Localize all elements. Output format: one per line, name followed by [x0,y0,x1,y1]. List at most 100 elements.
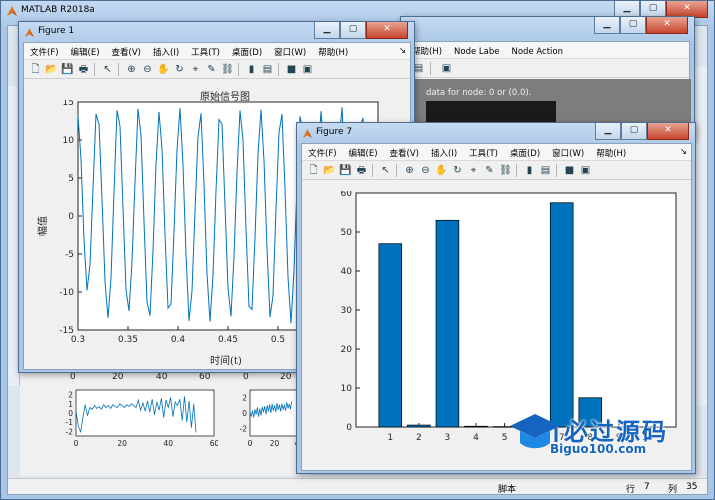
save-icon[interactable]: 💾 [61,63,74,76]
figure1-menubar: 文件(F) 编辑(E) 查看(V) 插入(I) 工具(T) 桌面(D) 窗口(W) 帮助(H)… [24,43,410,60]
zoom-out-icon[interactable]: ⊖ [419,164,432,177]
maximize-icon[interactable]: ▢ [621,123,647,140]
maximize-icon[interactable]: ▢ [620,17,646,34]
menu-tools[interactable]: 工具(T) [463,144,504,159]
hide-tools-icon[interactable]: ■ [285,63,298,76]
watermark: 必过源码 Biguo100.com [508,410,698,460]
y-tick-label: -5 [65,250,74,260]
minimize-icon[interactable]: ▁ [595,123,621,140]
brush-icon[interactable]: ✎ [483,164,496,177]
y-tick-label: 0 [346,423,352,433]
data-cursor-icon[interactable]: ⌖ [467,164,480,177]
colorbar-icon[interactable]: ▮ [245,63,258,76]
toolbar-separator [94,63,95,76]
menu-view[interactable]: 查看(V) [384,144,425,159]
menu-tools[interactable]: 工具(T) [185,43,226,58]
legend-icon[interactable]: ▤ [539,164,552,177]
main-title: MATLAB R2018a [21,5,95,15]
rotate-icon[interactable]: ↻ [173,63,186,76]
menu-dock-arrow-icon[interactable]: ↘ [678,144,689,160]
menu-item[interactable]: Node Action [506,44,570,57]
open-folder-icon[interactable]: 📂 [45,63,58,76]
hide-tools-icon[interactable]: ■ [563,164,576,177]
menu-insert[interactable]: 插入(I) [425,144,463,159]
subplot-y-tick-label: -2 [240,424,248,433]
menu-edit[interactable]: 编辑(E) [65,43,106,58]
figure7-toolbar: 🗋 📂 💾 🖶 ↖ ⊕ ⊖ ✋ ↻ ⌖ ✎ ⛓ ▮ ▤ ■ ▣ [302,161,691,180]
bar-2 [407,424,431,428]
pan-hand-icon[interactable]: ✋ [435,164,448,177]
y-tick-label: 60 [341,191,353,199]
legend-icon[interactable]: ▤ [261,63,274,76]
tick-label: 40 [156,372,168,382]
open-folder-icon[interactable]: 📂 [323,164,336,177]
matlab-logo-icon [25,28,34,37]
link-icon[interactable]: ⛓ [499,164,512,177]
pointer-icon[interactable]: ↖ [101,63,114,76]
zoom-in-icon[interactable]: ⊕ [403,164,416,177]
toolbar-separator [118,63,119,76]
menu-window[interactable]: 窗口(W) [268,43,312,58]
colorbar-icon[interactable]: ▮ [523,164,536,177]
menu-help[interactable]: 帮助(H) [590,144,632,159]
new-file-icon[interactable]: 🗋 [29,63,42,76]
minimize-icon[interactable]: ▁ [314,22,340,39]
y-tick-label: 10 [63,136,75,146]
y-tick-label: 0 [68,212,74,222]
print-icon[interactable]: 🖶 [77,63,90,76]
print-icon[interactable]: 🖶 [355,164,368,177]
figure1-caption-buttons: ▁ ▢ ✕ [314,22,408,39]
menu-window[interactable]: 窗口(W) [546,144,590,159]
figure7-title: Figure 7 [316,127,353,137]
y-tick-label: 20 [341,345,353,355]
figure1-ylabel: 幅值 [38,216,49,236]
x-tick-label: 0.45 [218,335,238,345]
menu-edit[interactable]: 编辑(E) [343,144,384,159]
y-tick-label: 50 [341,228,353,238]
show-tools-icon[interactable]: ▣ [440,62,453,75]
menu-desktop[interactable]: 桌面(D) [226,43,268,58]
y-tick-label: 15 [63,100,74,108]
zoom-in-icon[interactable]: ⊕ [125,63,138,76]
y-tick-label: 5 [68,174,74,184]
menu-view[interactable]: 查看(V) [106,43,147,58]
link-icon[interactable]: ⛓ [221,63,234,76]
matlab-logo-icon [303,129,312,138]
new-file-icon[interactable]: 🗋 [307,164,320,177]
close-icon[interactable]: ✕ [647,123,689,140]
x-tick-label: 0.3 [71,335,85,345]
menu-file[interactable]: 文件(F) [24,43,65,58]
status-script-label: 脚本 [498,485,517,495]
y-tick-label: 40 [341,267,353,277]
menu-help[interactable]: 帮助(H) [312,43,354,58]
data-cursor-icon[interactable]: ⌖ [189,63,202,76]
menu-file[interactable]: 文件(F) [302,144,343,159]
figure7-menubar: 文件(F) 编辑(E) 查看(V) 插入(I) 工具(T) 桌面(D) 窗口(W) 帮助(H)… [302,144,691,161]
rotate-icon[interactable]: ↻ [451,164,464,177]
show-tools-icon[interactable]: ▣ [301,63,314,76]
x-tick-label: 5 [502,433,508,443]
minimize-icon[interactable]: ▁ [594,17,620,34]
x-tick-label: 4 [473,433,479,443]
status-row-label: 行 [626,485,636,495]
menu-dock-arrow-icon[interactable]: ↘ [397,43,408,59]
subplot-y-tick-label: 0 [68,409,73,418]
subplot-x-tick-label: 40 [164,439,174,448]
menu-desktop[interactable]: 桌面(D) [504,144,546,159]
subplot-y-tick-label: 1 [68,400,73,409]
figure1-title: Figure 1 [38,26,75,36]
brush-icon[interactable]: ✎ [205,63,218,76]
show-tools-icon[interactable]: ▣ [579,164,592,177]
save-icon[interactable]: 💾 [339,164,352,177]
close-icon[interactable]: ✕ [646,17,688,34]
menu-insert[interactable]: 插入(I) [147,43,185,58]
bg-subplot-ticks-top: 0 20 40 60 0 20 [60,372,300,384]
zoom-out-icon[interactable]: ⊖ [141,63,154,76]
maximize-icon[interactable]: ▢ [340,22,366,39]
toolbar-separator [556,164,557,177]
pan-hand-icon[interactable]: ✋ [157,63,170,76]
pointer-icon[interactable]: ↖ [379,164,392,177]
status-col-label: 列 [668,485,678,495]
close-icon[interactable]: ✕ [366,22,408,39]
menu-item[interactable]: Node Labe [448,44,505,57]
